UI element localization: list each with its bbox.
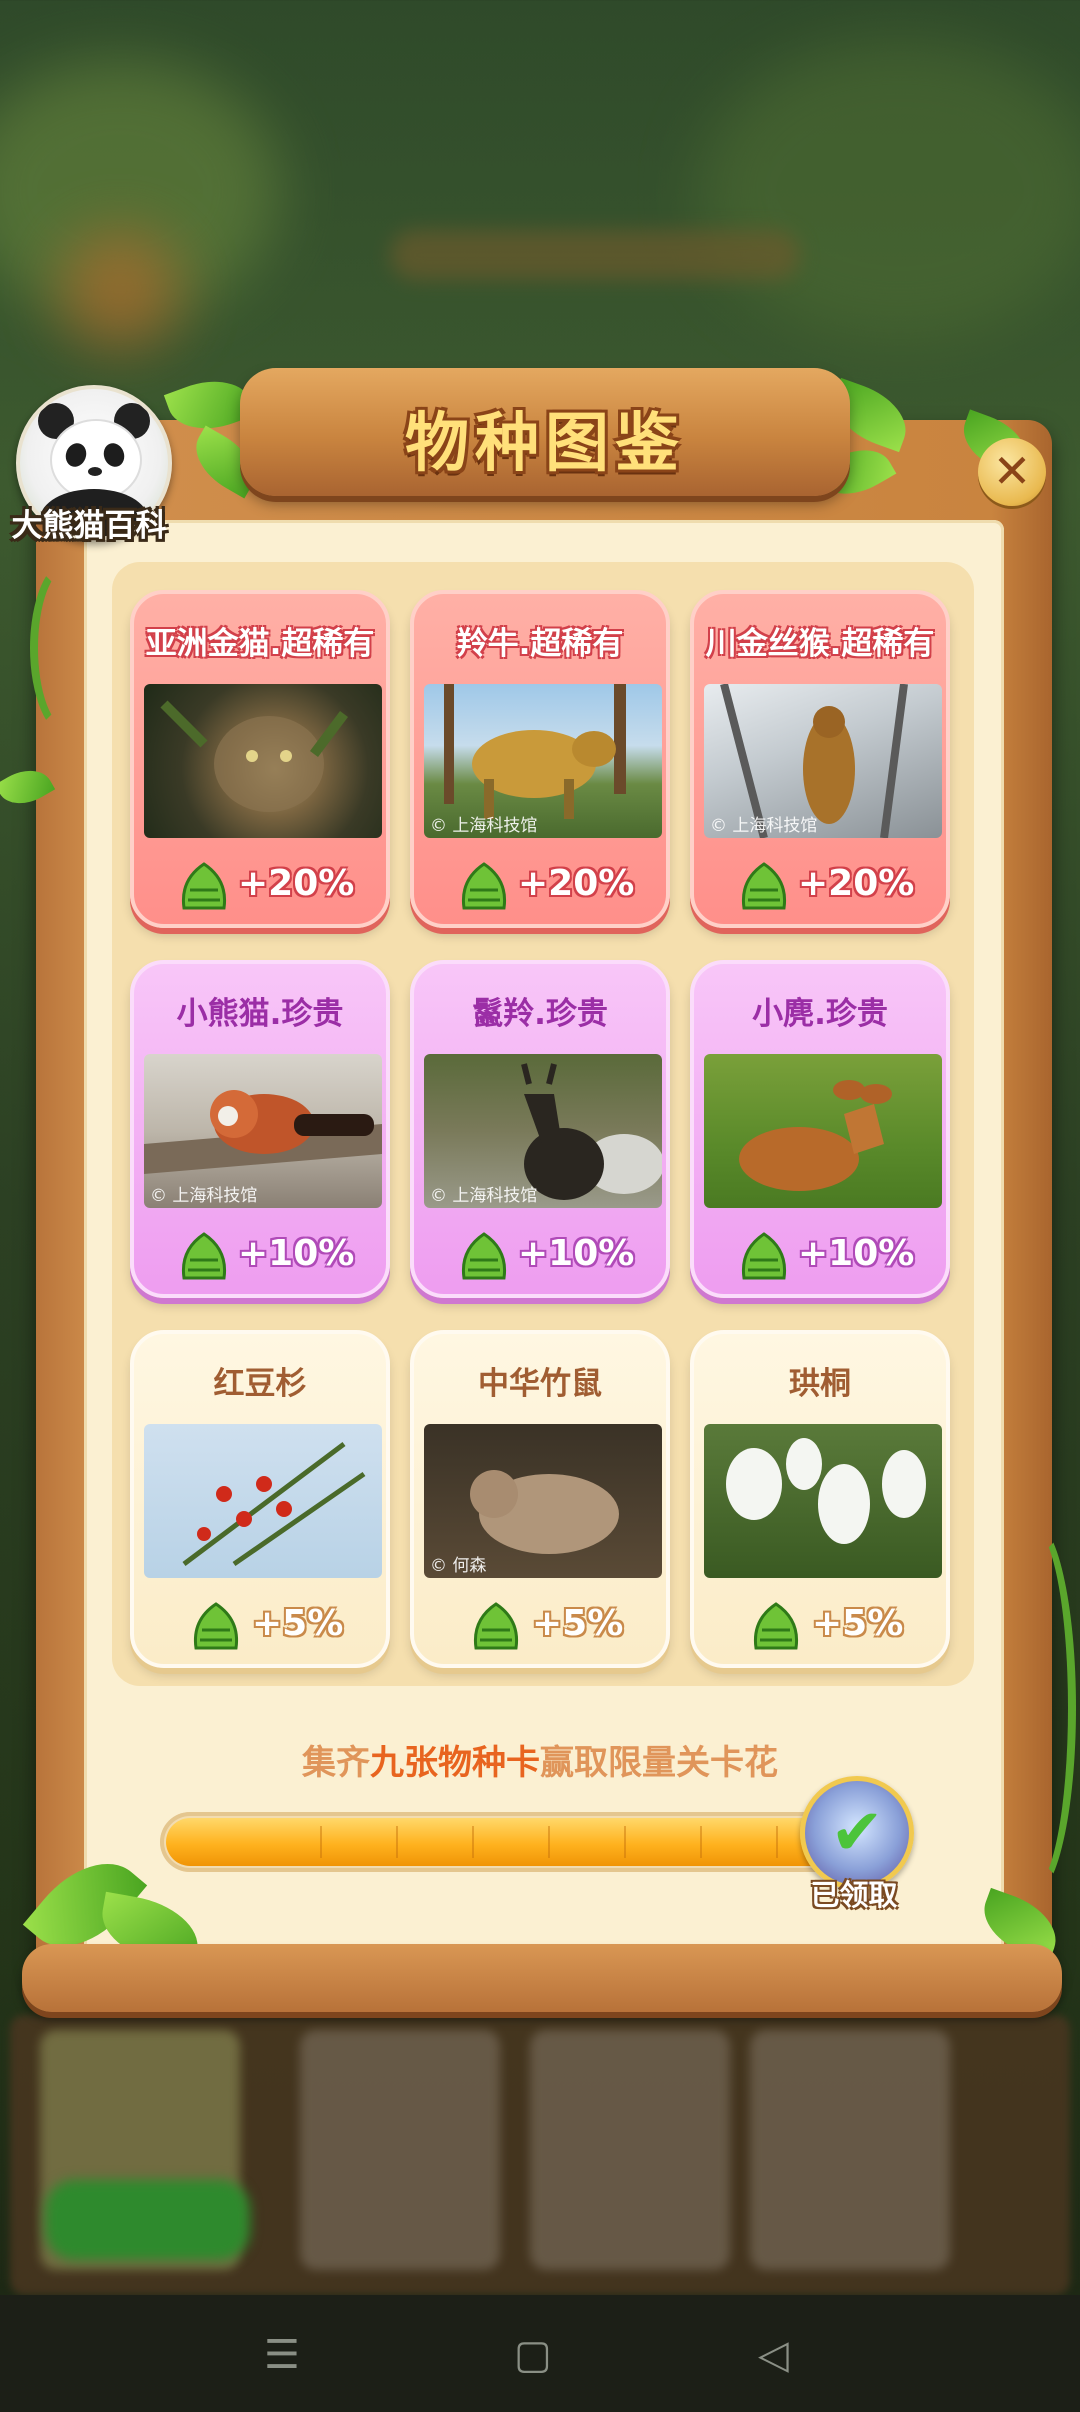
bamboo-shoot-icon [461,1232,507,1280]
bamboo-shoot-icon [193,1602,239,1650]
species-card[interactable]: 小麂.珍贵 +10% [690,960,950,1298]
bamboo-shoot-icon [181,1232,227,1280]
dialog-title: 物种图鉴 [405,407,685,481]
panda-eye [62,440,90,470]
bonus-value: +20% [238,863,355,904]
bamboo-shoot-icon [181,862,227,910]
photo-credit: © 上海科技馆 [430,816,538,836]
species-card[interactable]: 红豆杉 +5% [130,1330,390,1668]
card-title: 川金丝猴.超稀有 [705,626,935,662]
bamboo-shoot-icon [473,1602,519,1650]
bonus-row: +10% [694,1226,946,1282]
progress-tick [396,1826,398,1858]
card-title: 红豆杉 [213,1366,307,1402]
bonus-row: +20% [694,856,946,912]
species-photo: © 上海科技馆 [144,1054,382,1208]
close-button[interactable]: ✕ [978,438,1046,506]
photo-credit: © 上海科技馆 [150,1186,258,1206]
species-photo [704,1054,942,1208]
card-title: 亚洲金猫.超稀有 [145,626,375,662]
background-button [45,2180,250,2260]
card-title: 小麂.珍贵 [752,996,888,1032]
collection-text-suffix: 赢取限量关卡花 [540,1743,778,1783]
card-title: 小熊猫.珍贵 [176,996,344,1032]
background-slot [300,2030,500,2270]
card-title: 中华竹鼠 [478,1366,602,1402]
photo-credit: © 上海科技馆 [710,816,818,836]
bonus-row: +5% [694,1596,946,1652]
bonus-row: +5% [134,1596,386,1652]
progress-tick [776,1826,778,1858]
bonus-value: +20% [518,863,635,904]
species-card[interactable]: 小熊猫.珍贵 © 上海科技馆 +10% [130,960,390,1298]
card-title: 珙桐 [789,1366,851,1402]
panda-eye [100,440,128,470]
bonus-value: +5% [532,1603,624,1644]
back-icon[interactable]: ◁ [758,2330,789,2380]
progress-tick [700,1826,702,1858]
species-card[interactable]: 川金丝猴.超稀有 © 上海科技馆 +20% [690,590,950,928]
reward-status: 已领取 [810,1878,898,1912]
species-photo: © 上海科技馆 [424,684,662,838]
bamboo-shoot-icon [461,862,507,910]
progress-fill [166,1818,844,1866]
collection-text-prefix: 集齐 [302,1743,370,1783]
species-photo [704,1424,942,1578]
species-card[interactable]: 珙桐 +5% [690,1330,950,1668]
progress-tick [624,1826,626,1858]
bonus-row: +20% [134,856,386,912]
bonus-value: +10% [798,1233,915,1274]
species-photo: © 上海科技馆 [424,1054,662,1208]
photo-credit: © 上海科技馆 [430,1186,538,1206]
close-icon: ✕ [992,444,1032,498]
vine-decoration [30,560,106,736]
bamboo-shoot-icon [753,1602,799,1650]
collection-text-highlight: 九张物种卡 [370,1743,540,1783]
progress-tick [548,1826,550,1858]
bonus-row: +10% [414,1226,666,1282]
bonus-row: +5% [414,1596,666,1652]
species-photo [144,684,382,838]
card-title: 鬣羚.珍贵 [472,996,608,1032]
bamboo-shoot-icon [741,1232,787,1280]
species-card[interactable]: 中华竹鼠 © 何森 +5% [410,1330,670,1668]
bamboo-shoot-icon [741,862,787,910]
photo-credit: © 何森 [430,1556,487,1576]
avatar-label: 大熊猫百科 [11,508,167,544]
menu-icon[interactable]: ☰ [264,2330,300,2380]
bonus-value: +5% [252,1603,344,1644]
progress-tick [472,1826,474,1858]
progress-tick [320,1826,322,1858]
checkmark-icon: ✔ [830,1796,884,1870]
home-icon[interactable]: ▢ [514,2330,552,2380]
background-slot [530,2030,730,2270]
bonus-value: +5% [812,1603,904,1644]
bonus-value: +10% [518,1233,635,1274]
species-card[interactable]: 亚洲金猫.超稀有 +20% [130,590,390,928]
panda-nose [88,467,102,476]
vine-decoration [990,1520,1076,1896]
species-photo: © 上海科技馆 [704,684,942,838]
bonus-value: +10% [238,1233,355,1274]
collection-progress-bar [160,1812,850,1872]
background-foliage [60,230,180,350]
bottom-plank [22,1944,1062,2012]
background-foliage [700,40,1080,340]
background-slot [750,2030,950,2270]
bonus-row: +20% [414,856,666,912]
bonus-value: +20% [798,863,915,904]
card-title: 羚牛.超稀有 [456,626,624,662]
bonus-row: +10% [134,1226,386,1282]
species-photo [144,1424,382,1578]
species-card[interactable]: 羚牛.超稀有 © 上海科技馆 +20% [410,590,670,928]
species-photo: © 何森 [424,1424,662,1578]
species-card[interactable]: 鬣羚.珍贵 © 上海科技馆 +10% [410,960,670,1298]
background-banner [390,230,800,280]
